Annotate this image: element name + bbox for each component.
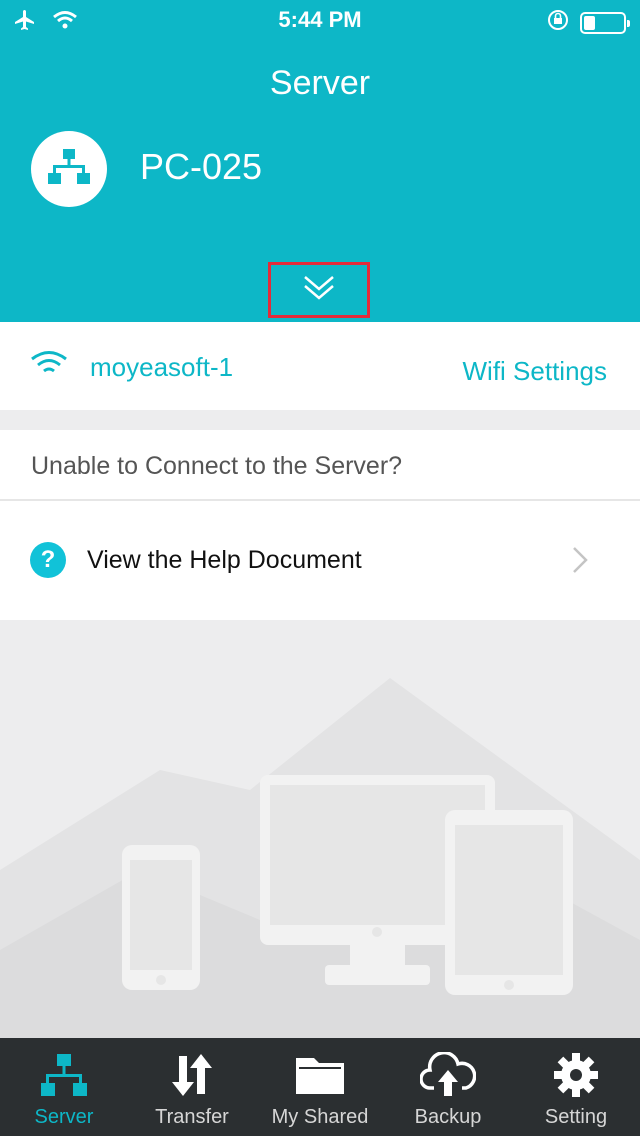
tab-label: My Shared	[271, 1106, 369, 1128]
connection-help-heading: Unable to Connect to the Server?	[31, 452, 403, 480]
help-card: Unable to Connect to the Server? ? View …	[0, 430, 640, 620]
page-title: Server	[269, 64, 371, 102]
wifi-network-name: moyeasoft-1	[90, 352, 234, 382]
wifi-settings-link[interactable]: Wifi Settings	[463, 356, 608, 387]
tab-label: Server	[34, 1106, 94, 1128]
network-icon	[41, 1050, 87, 1100]
header: 5:44 PM Server PC-025	[0, 0, 640, 322]
tab-server[interactable]: Server	[0, 1038, 128, 1136]
gear-icon	[553, 1050, 599, 1100]
battery-level	[584, 15, 596, 30]
rotation-lock-icon	[546, 8, 570, 37]
wifi-icon	[30, 350, 68, 383]
network-icon	[48, 148, 90, 190]
server-avatar	[31, 131, 107, 207]
status-time: 5:44 PM	[278, 7, 362, 32]
expand-button[interactable]	[268, 262, 370, 318]
phone-icon	[122, 845, 200, 990]
transfer-arrows-icon	[169, 1050, 215, 1100]
double-chevron-down-icon	[302, 274, 336, 307]
tab-my-shared[interactable]: My Shared	[256, 1038, 384, 1136]
status-bar: 5:44 PM	[0, 0, 640, 40]
question-icon: ?	[30, 542, 66, 578]
folder-icon	[294, 1050, 346, 1100]
tab-label: Setting	[544, 1106, 608, 1128]
tab-transfer[interactable]: Transfer	[128, 1038, 256, 1136]
battery-icon	[580, 11, 630, 34]
status-right	[546, 8, 630, 37]
cloud-upload-icon	[420, 1050, 476, 1100]
tab-label: Backup	[414, 1106, 482, 1128]
tab-bar: Server Transfer My Shared Backup Setting	[0, 1038, 640, 1136]
tab-backup[interactable]: Backup	[384, 1038, 512, 1136]
help-document-row[interactable]: ? View the Help Document	[0, 501, 640, 620]
tab-setting[interactable]: Setting	[512, 1038, 640, 1136]
help-document-label: View the Help Document	[87, 546, 362, 574]
wifi-row: moyeasoft-1 Wifi Settings	[0, 322, 640, 410]
devices-illustration	[0, 620, 640, 1038]
server-name[interactable]: PC-025	[140, 146, 262, 188]
chevron-right-icon	[572, 546, 588, 579]
tab-label: Transfer	[155, 1106, 229, 1128]
tablet-icon	[445, 810, 573, 995]
